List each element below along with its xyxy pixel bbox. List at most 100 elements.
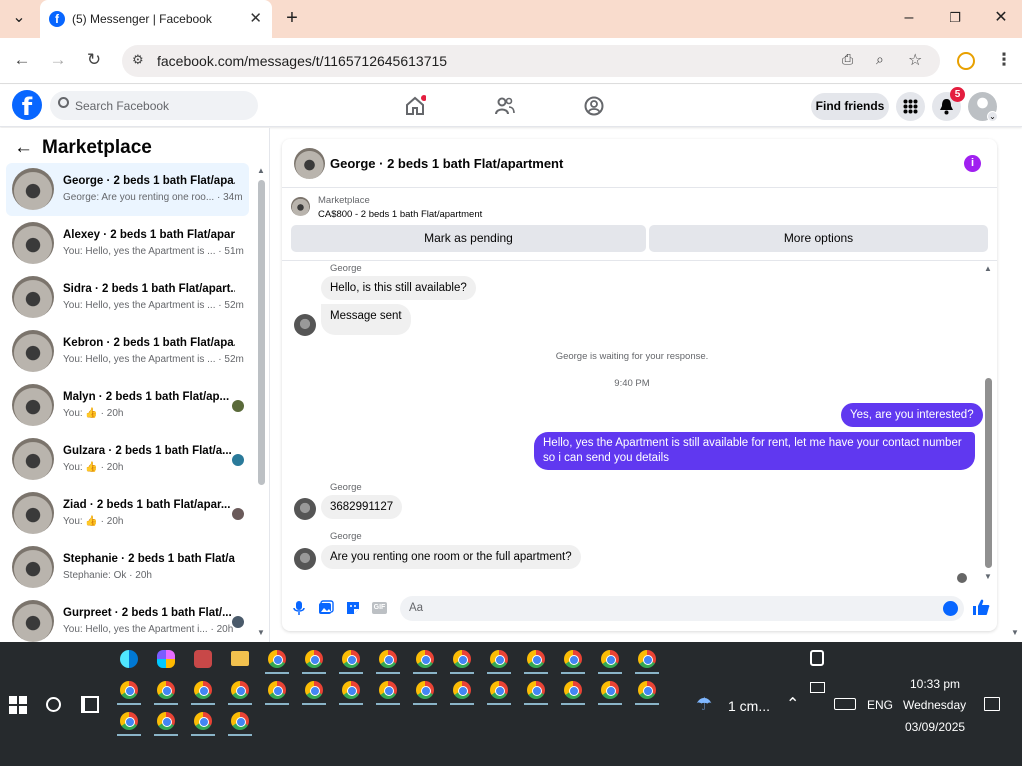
chat-scroll-down-icon[interactable]: ▼ xyxy=(984,572,992,581)
chrome-window-icon[interactable] xyxy=(268,650,286,668)
tray-chevron-icon[interactable]: ⌃ xyxy=(786,694,799,714)
weather-icon[interactable]: ☂ xyxy=(696,694,712,715)
facebook-logo-icon[interactable]: f xyxy=(12,90,42,121)
chrome-window-icon[interactable] xyxy=(342,681,360,699)
incoming-message[interactable]: Message sent xyxy=(321,304,411,335)
microphone-icon[interactable] xyxy=(291,600,307,616)
chrome-window-icon[interactable] xyxy=(416,650,434,668)
task-view-icon[interactable] xyxy=(81,696,99,713)
find-friends-button[interactable]: Find friends xyxy=(811,93,889,120)
chrome-window-icon[interactable] xyxy=(453,650,471,668)
home-icon[interactable] xyxy=(404,95,426,117)
chrome-window-icon[interactable] xyxy=(416,681,434,699)
tab-search-chevron-icon[interactable]: ⌄ xyxy=(8,8,30,30)
profile-icon[interactable] xyxy=(957,52,975,70)
windows-start-icon[interactable] xyxy=(9,696,27,714)
chrome-window-icon[interactable] xyxy=(342,650,360,668)
incoming-message[interactable]: 3682991127 xyxy=(321,495,403,519)
conversation-item[interactable]: Malyn · 2 beds 1 bath Flat/ap... You: 👍 … xyxy=(6,379,249,432)
chrome-window-icon[interactable] xyxy=(564,681,582,699)
conversation-item[interactable]: George · 2 beds 1 bath Flat/apa... Georg… xyxy=(6,163,249,216)
chrome-window-icon[interactable] xyxy=(120,681,138,699)
forward-icon[interactable]: → xyxy=(46,49,70,73)
edge-icon[interactable] xyxy=(120,650,138,668)
mark-as-pending-button[interactable]: Mark as pending xyxy=(291,225,646,252)
sender-avatar[interactable] xyxy=(294,498,316,520)
chrome-window-icon[interactable] xyxy=(638,681,656,699)
page-scroll-down-icon[interactable]: ▼ xyxy=(1011,628,1019,637)
sender-avatar[interactable] xyxy=(294,548,316,570)
minimize-icon[interactable]: – xyxy=(898,8,920,30)
new-tab-icon[interactable]: + xyxy=(281,8,303,30)
chrome-window-icon[interactable] xyxy=(453,681,471,699)
restore-icon[interactable]: ❐ xyxy=(944,8,966,30)
chrome-window-icon[interactable] xyxy=(194,681,212,699)
listing-thumbnail[interactable] xyxy=(291,197,310,216)
conversation-item[interactable]: Alexey · 2 beds 1 bath Flat/apar... You:… xyxy=(6,217,249,270)
conversation-item[interactable]: Gurpreet · 2 beds 1 bath Flat/... You: H… xyxy=(6,595,249,642)
sticker-icon[interactable] xyxy=(345,600,361,616)
search-input[interactable]: Search Facebook xyxy=(50,91,258,120)
search-circle-icon[interactable] xyxy=(46,697,61,712)
outgoing-message[interactable]: Hello, yes the Apartment is still availa… xyxy=(534,432,975,470)
chrome-window-icon[interactable] xyxy=(527,681,545,699)
more-options-button[interactable]: More options xyxy=(649,225,988,252)
sidebar-scroll-up-icon[interactable]: ▲ xyxy=(257,166,265,175)
chrome-window-icon[interactable] xyxy=(305,650,323,668)
chrome-window-icon[interactable] xyxy=(379,681,397,699)
account-chevron-icon[interactable]: ⌄ xyxy=(987,111,998,122)
chrome-window-icon[interactable] xyxy=(268,681,286,699)
outgoing-message[interactable]: Yes, are you interested? xyxy=(841,403,983,427)
thumbs-up-icon[interactable] xyxy=(972,598,990,616)
back-arrow-icon[interactable]: ← xyxy=(14,137,33,159)
back-icon[interactable]: ← xyxy=(10,49,34,73)
address-bar[interactable]: ⚙ facebook.com/messages/t/11657126456137… xyxy=(122,45,940,77)
chrome-window-icon[interactable] xyxy=(638,650,656,668)
weather-text[interactable]: 1 cm... xyxy=(728,698,770,714)
chrome-window-icon[interactable] xyxy=(157,712,175,730)
device-icon[interactable] xyxy=(810,650,824,666)
chrome-window-icon[interactable] xyxy=(231,681,249,699)
chrome-window-icon[interactable] xyxy=(490,681,508,699)
friends-icon[interactable] xyxy=(494,95,516,117)
chrome-window-icon[interactable] xyxy=(601,650,619,668)
bookmark-star-icon[interactable]: ☆ xyxy=(908,50,922,70)
chrome-window-icon[interactable] xyxy=(194,712,212,730)
clock-time[interactable]: 10:33 pm xyxy=(910,677,960,691)
copilot-icon[interactable] xyxy=(157,650,175,668)
chrome-window-icon[interactable] xyxy=(527,650,545,668)
chrome-window-icon[interactable] xyxy=(120,712,138,730)
photo-icon[interactable] xyxy=(318,600,334,616)
network-icon[interactable] xyxy=(810,682,825,693)
browser-menu-icon[interactable]: ⋮ xyxy=(992,49,1016,73)
zoom-icon[interactable]: ⌕ xyxy=(876,51,884,68)
conversation-item[interactable]: Ziad · 2 beds 1 bath Flat/apar... You: 👍… xyxy=(6,487,249,540)
site-settings-icon[interactable]: ⚙ xyxy=(132,52,144,68)
browser-tab[interactable]: f (5) Messenger | Facebook ✕ xyxy=(40,0,272,38)
notification-center-icon[interactable] xyxy=(984,697,1000,711)
listing-price[interactable]: CA$800 - 2 beds 1 bath Flat/apartment xyxy=(318,209,482,220)
conversation-item[interactable]: Kebron · 2 beds 1 bath Flat/apa... You: … xyxy=(6,325,249,378)
chrome-window-icon[interactable] xyxy=(305,681,323,699)
paint-icon[interactable] xyxy=(194,650,212,668)
file-explorer-icon[interactable] xyxy=(231,651,249,666)
clock-date[interactable]: 03/09/2025 xyxy=(905,720,965,734)
menu-grid-button[interactable] xyxy=(896,92,925,121)
info-icon[interactable]: i xyxy=(964,155,981,172)
conversation-item[interactable]: Sidra · 2 beds 1 bath Flat/apart... You:… xyxy=(6,271,249,324)
chrome-window-icon[interactable] xyxy=(157,681,175,699)
chat-scrollbar[interactable] xyxy=(985,378,992,568)
message-input[interactable]: Aa xyxy=(400,596,964,621)
language-indicator[interactable]: ENG xyxy=(867,698,893,712)
clock-day[interactable]: Wednesday xyxy=(903,698,966,712)
tab-close-icon[interactable]: ✕ xyxy=(249,9,262,27)
sender-avatar[interactable] xyxy=(294,314,316,336)
install-app-icon[interactable]: ⎙ xyxy=(842,51,853,68)
reload-icon[interactable]: ↻ xyxy=(82,49,106,73)
chat-listing-avatar[interactable] xyxy=(294,148,325,179)
keyboard-icon[interactable] xyxy=(834,698,856,710)
window-close-icon[interactable]: ✕ xyxy=(990,8,1012,30)
incoming-message[interactable]: Are you renting one room or the full apa… xyxy=(321,545,581,569)
chrome-window-icon[interactable] xyxy=(564,650,582,668)
sidebar-scroll-down-icon[interactable]: ▼ xyxy=(257,628,265,637)
